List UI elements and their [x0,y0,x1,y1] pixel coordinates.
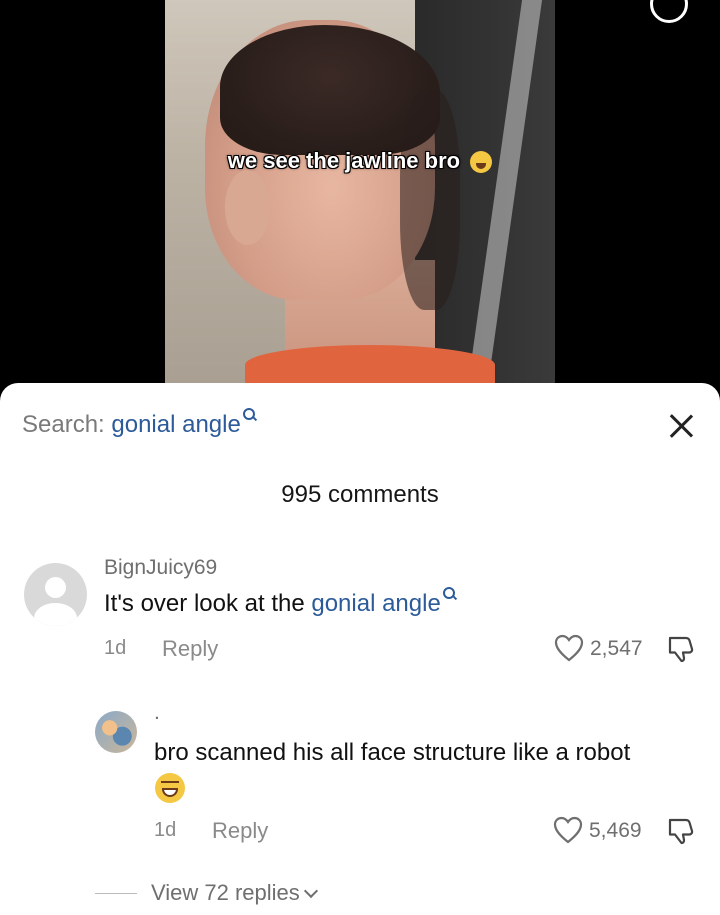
avatar[interactable] [95,711,137,753]
search-icon[interactable] [650,0,688,23]
video-shadow [400,90,460,310]
comments-count: 995 comments [281,481,439,508]
dislike-icon[interactable] [666,634,696,664]
comment-time: 1d [154,819,177,841]
search-label: Search: [22,411,105,438]
comment-text: bro scanned his all face structure like … [154,739,631,766]
reply-button[interactable]: Reply [162,636,218,662]
chevron-down-icon [303,883,318,899]
laughing-emoji-icon [155,773,185,803]
search-term-link[interactable]: gonial angle [111,411,240,438]
video-frame[interactable] [165,0,555,385]
reply-button[interactable]: Reply [212,818,268,844]
avatar[interactable] [24,563,87,626]
comment-time: 1d [104,637,127,659]
like-count: 5,469 [589,819,642,842]
view-replies-button[interactable]: View 72 replies [151,880,318,906]
video-ear [225,170,270,245]
search-small-icon [442,587,455,599]
video-shirt [245,345,495,385]
comment-keyword-link[interactable]: gonial angle [311,590,440,617]
like-count: 2,547 [590,637,643,660]
crying-emoji-icon [470,151,493,174]
video-caption-text: we see the jawline bro [227,148,461,173]
video-caption: we see the jawline bro [0,148,720,174]
heart-icon[interactable] [553,816,583,844]
comments-sheet: Search: gonial angle 995 comments BignJu… [0,383,720,915]
video-player[interactable]: we see the jawline bro [0,0,720,385]
view-replies-label: View 72 replies [151,880,300,905]
comment-username[interactable]: BignJuicy69 [104,556,217,580]
comment-text-prefix: It's over look at the [104,590,312,617]
comment-username[interactable]: . [154,701,160,725]
divider [95,893,137,894]
search-small-icon [242,408,255,420]
search-suggestion[interactable]: Search: gonial angle [22,408,255,439]
comment-text: It's over look at the gonial angle [104,587,455,618]
heart-icon[interactable] [554,634,584,662]
dislike-icon[interactable] [666,816,696,846]
close-icon[interactable] [666,411,696,441]
